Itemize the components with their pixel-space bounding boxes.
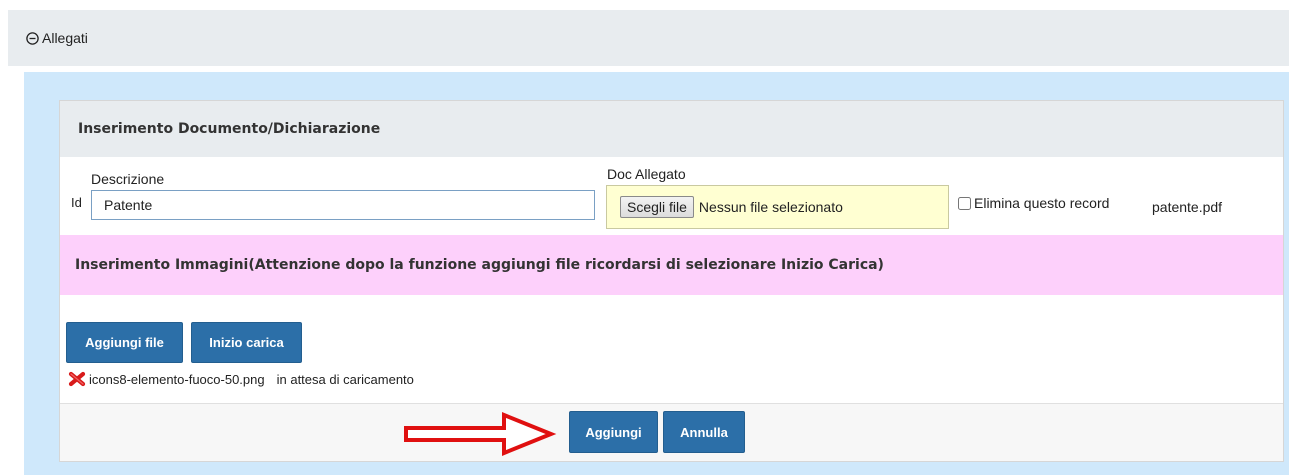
- descrizione-label: Descrizione: [91, 171, 165, 187]
- queued-file-name: icons8-elemento-fuoco-50.png: [89, 371, 265, 387]
- section-title: Allegati: [42, 30, 88, 46]
- aggiungi-button[interactable]: Aggiungi: [569, 411, 658, 453]
- attached-filename: patente.pdf: [1152, 199, 1223, 215]
- add-file-button[interactable]: Aggiungi file: [66, 322, 183, 363]
- upload-row: Aggiungi file Inizio carica icons8-eleme…: [60, 295, 1283, 403]
- section-header: Allegati: [8, 10, 1289, 66]
- choose-file-button[interactable]: Scegli file: [620, 196, 694, 218]
- file-picker: Scegli file Nessun file selezionato: [606, 185, 949, 229]
- form-footer: Aggiungi Annulla: [60, 403, 1283, 461]
- queued-file-item: icons8-elemento-fuoco-50.png in attesa d…: [68, 371, 414, 387]
- descrizione-input[interactable]: [91, 190, 595, 220]
- document-panel: Inserimento Documento/Dichiarazione Id D…: [59, 100, 1284, 462]
- delete-record-option[interactable]: Elimina questo record: [958, 195, 1109, 211]
- delete-record-checkbox[interactable]: [958, 196, 971, 210]
- id-label: Id: [71, 195, 82, 210]
- doc-allegato-label: Doc Allegato: [607, 166, 686, 182]
- collapse-icon[interactable]: [26, 31, 39, 45]
- queued-file-status: in attesa di caricamento: [276, 371, 414, 387]
- red-arrow-icon: [404, 412, 557, 456]
- delete-record-label: Elimina questo record: [974, 195, 1110, 211]
- document-panel-title: Inserimento Documento/Dichiarazione: [60, 101, 1283, 157]
- no-file-text: Nessun file selezionato: [698, 199, 843, 215]
- document-row: Id Descrizione Doc Allegato Scegli file …: [60, 157, 1283, 235]
- red-x-icon[interactable]: [68, 371, 86, 387]
- annulla-button[interactable]: Annulla: [663, 411, 745, 453]
- images-panel-title: Inserimento Immagini(Attenzione dopo la …: [60, 235, 1283, 295]
- section-toggle[interactable]: Allegati: [26, 30, 88, 46]
- start-upload-button[interactable]: Inizio carica: [191, 322, 302, 363]
